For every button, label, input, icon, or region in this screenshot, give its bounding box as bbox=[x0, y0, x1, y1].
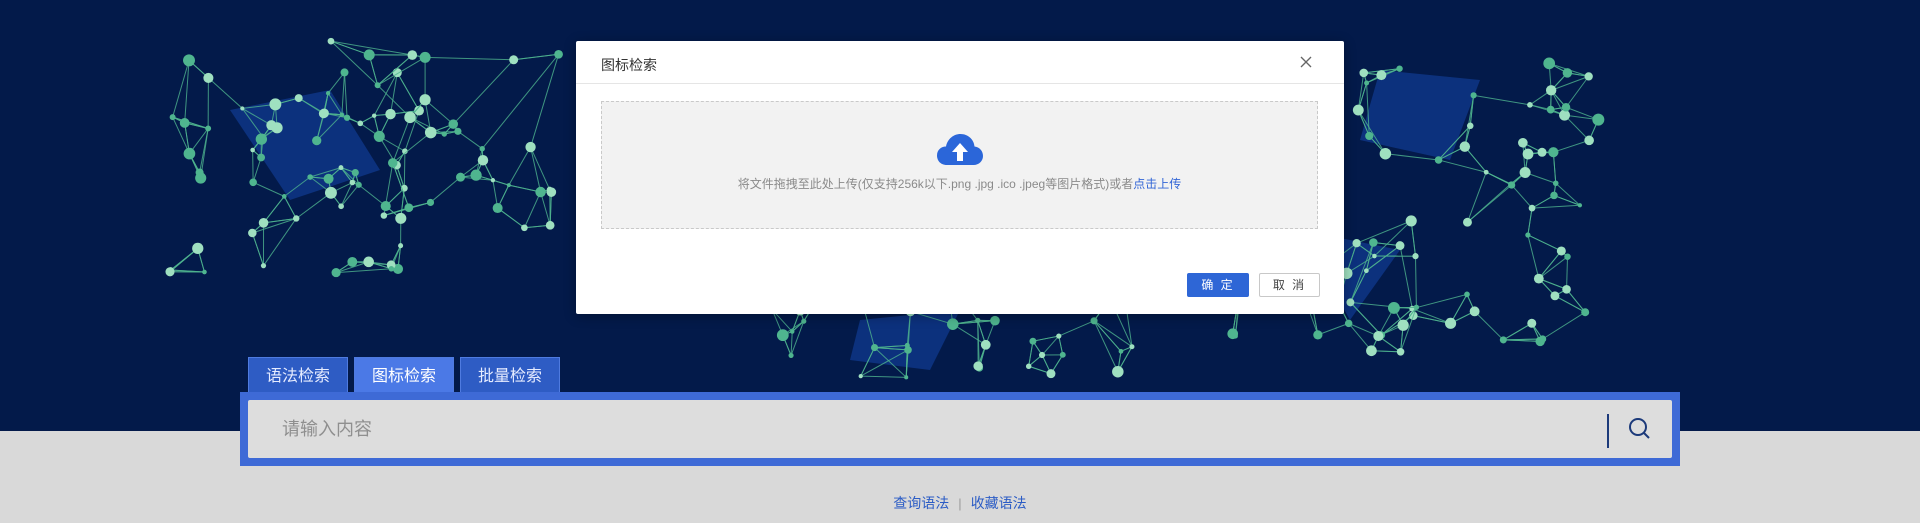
search-icon bbox=[1629, 418, 1650, 439]
confirm-button[interactable]: 确 定 bbox=[1187, 273, 1249, 297]
dropzone-instructions: 将文件拖拽至此处上传(仅支持256k以下.png .jpg .ico .jpeg… bbox=[737, 177, 1134, 191]
dialog-header: 图标检索 bbox=[576, 41, 1344, 84]
close-button[interactable] bbox=[1295, 51, 1317, 73]
tab-batch-search[interactable]: 批量检索 bbox=[460, 357, 561, 392]
dialog-title: 图标检索 bbox=[601, 57, 657, 73]
search-tabs: 语法检索 图标检索 批量检索 bbox=[248, 357, 561, 392]
cancel-button[interactable]: 取 消 bbox=[1259, 273, 1320, 297]
search-input[interactable] bbox=[248, 400, 1608, 458]
tab-syntax-search[interactable]: 语法检索 bbox=[248, 357, 349, 392]
syntax-links: 查询语法 | 收藏语法 bbox=[0, 493, 1920, 513]
link-separator: | bbox=[958, 496, 962, 511]
search-divider bbox=[1607, 414, 1609, 448]
dropzone-text: 将文件拖拽至此处上传(仅支持256k以下.png .jpg .ico .jpeg… bbox=[602, 175, 1317, 192]
click-upload-link[interactable]: 点击上传 bbox=[1133, 177, 1181, 191]
search-button[interactable] bbox=[1618, 410, 1662, 448]
icon-search-dialog: 图标检索 将文件拖拽至此处上传(仅支持256k以下.png .jpg .ico … bbox=[576, 41, 1344, 314]
close-icon bbox=[1300, 56, 1312, 68]
saved-syntax-link[interactable]: 收藏语法 bbox=[971, 495, 1027, 511]
tab-icon-search[interactable]: 图标检索 bbox=[354, 357, 455, 392]
query-syntax-link[interactable]: 查询语法 bbox=[893, 495, 949, 511]
upload-dropzone[interactable]: 将文件拖拽至此处上传(仅支持256k以下.png .jpg .ico .jpeg… bbox=[601, 101, 1318, 229]
cloud-upload-icon bbox=[937, 134, 983, 165]
search-box bbox=[248, 400, 1672, 458]
search-bar bbox=[240, 392, 1680, 466]
